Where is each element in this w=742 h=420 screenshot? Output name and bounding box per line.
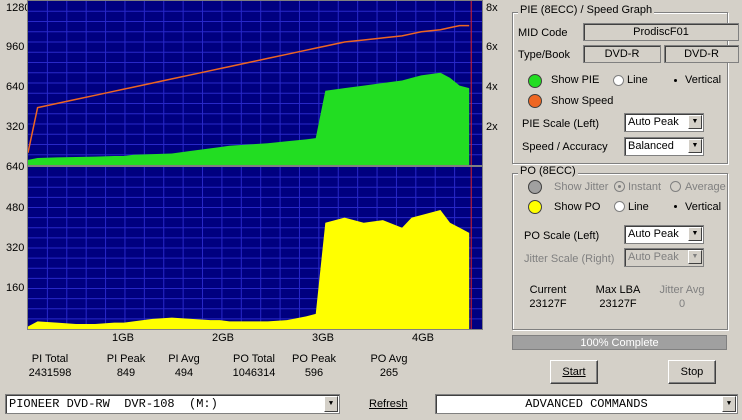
po-ytick: 160 xyxy=(6,282,25,294)
jitter-avg-readout: Jitter Avg 0 xyxy=(659,284,705,310)
po-ytick: 320 xyxy=(6,242,25,254)
po-vertical-label: Vertical xyxy=(685,201,722,213)
jitter-scale-value: Auto Peak xyxy=(628,251,679,263)
speed-ytick: 8x xyxy=(486,2,498,14)
stat-pi-total: PI Total 2431598 xyxy=(28,353,72,379)
chevron-down-icon[interactable]: ▼ xyxy=(688,227,702,241)
show-po-label[interactable]: Show PO xyxy=(554,201,600,213)
x-tick-3gb: 3GB xyxy=(312,332,335,344)
pie-ytick: 320 xyxy=(6,121,25,133)
mid-code-label: MID Code xyxy=(518,27,568,39)
po-color-swatch[interactable] xyxy=(528,200,542,214)
pie-color-swatch[interactable] xyxy=(528,74,542,88)
type-book-label: Type/Book xyxy=(518,49,570,61)
stat-po-peak: PO Peak 596 xyxy=(291,353,337,379)
pie-speed-plot xyxy=(28,1,482,165)
jitter-instant-radio xyxy=(614,181,625,192)
po-group-title: PO (8ECC) xyxy=(518,165,578,177)
po-scale-select[interactable]: Auto Peak ▼ xyxy=(624,225,704,244)
stat-pi-peak: PI Peak 849 xyxy=(106,353,146,379)
pie-scale-select[interactable]: Auto Peak ▼ xyxy=(624,113,704,132)
po-line-label: Line xyxy=(628,201,649,213)
type-field: DVD-R xyxy=(583,45,661,63)
pie-line-radio[interactable] xyxy=(613,75,624,86)
jitter-scale-select: Auto Peak ▼ xyxy=(624,248,704,267)
speed-color-swatch[interactable] xyxy=(528,94,542,108)
speed-ytick: 2x xyxy=(486,121,498,133)
show-speed-label[interactable]: Show Speed xyxy=(551,95,613,107)
speed-accuracy-value: Balanced xyxy=(628,140,674,152)
po-chart xyxy=(27,166,483,330)
show-jitter-label: Show Jitter xyxy=(554,181,609,193)
speed-ytick: 6x xyxy=(486,41,498,53)
chevron-down-icon: ▼ xyxy=(688,250,702,264)
pie-series-area xyxy=(28,72,470,165)
progress-bar: 100% Complete xyxy=(512,335,727,350)
pie-bottom-tick: 640 xyxy=(6,161,25,173)
po-scale-label: PO Scale (Left) xyxy=(524,230,600,242)
speed-ytick: 4x xyxy=(486,81,498,93)
pie-line-label: Line xyxy=(627,74,648,86)
chevron-down-icon[interactable]: ▼ xyxy=(688,115,702,129)
jitter-average-radio xyxy=(670,181,681,192)
stat-pi-avg: PI Avg 494 xyxy=(168,353,200,379)
advanced-commands-value: ADVANCED COMMANDS xyxy=(525,397,648,411)
pie-vertical-label: Vertical xyxy=(685,74,722,86)
pie-scale-value: Auto Peak xyxy=(628,116,679,128)
start-button[interactable]: Start xyxy=(550,360,598,384)
pie-ytick: 640 xyxy=(6,81,25,93)
drive-value: PIONEER DVD-RW DVR-108 (M:) xyxy=(9,397,218,411)
jitter-color-swatch xyxy=(528,180,542,194)
speed-accuracy-select[interactable]: Balanced ▼ xyxy=(624,137,704,156)
pie-ytick: 960 xyxy=(6,41,25,53)
stat-po-avg: PO Avg 265 xyxy=(370,353,408,379)
jitter-scale-label: Jitter Scale (Right) xyxy=(524,253,615,265)
refresh-link[interactable]: Refresh xyxy=(369,398,408,410)
pie-group-title: PIE (8ECC) / Speed Graph xyxy=(518,4,655,16)
stop-button[interactable]: Stop xyxy=(668,360,716,384)
max-lba-readout: Max LBA 23127F xyxy=(595,284,641,310)
po-plot xyxy=(28,167,482,329)
chevron-down-icon[interactable]: ▼ xyxy=(688,139,702,153)
jitter-average-label: Average xyxy=(685,181,726,193)
po-vertical-radio[interactable] xyxy=(670,201,681,212)
chevron-down-icon[interactable]: ▼ xyxy=(324,396,338,412)
x-tick-4gb: 4GB xyxy=(412,332,435,344)
show-pie-label[interactable]: Show PIE xyxy=(551,74,599,86)
current-readout: Current 23127F xyxy=(529,284,567,310)
pie-scale-label: PIE Scale (Left) xyxy=(522,118,600,130)
pie-speed-chart xyxy=(27,0,483,166)
jitter-instant-label: Instant xyxy=(628,181,662,193)
x-tick-1gb: 1GB xyxy=(112,332,135,344)
pie-vertical-radio[interactable] xyxy=(670,75,681,86)
speed-accuracy-label: Speed / Accuracy xyxy=(522,141,608,153)
x-tick-2gb: 2GB xyxy=(212,332,235,344)
stat-po-total: PO Total 1046314 xyxy=(232,353,276,379)
po-scale-value: Auto Peak xyxy=(628,228,679,240)
advanced-commands-select[interactable]: ADVANCED COMMANDS ▼ xyxy=(435,394,738,414)
book-field: DVD-R xyxy=(664,45,739,63)
mid-code-field: ProdiscF01 xyxy=(583,23,739,41)
drive-select[interactable]: PIONEER DVD-RW DVR-108 (M:) ▼ xyxy=(5,394,340,414)
chevron-down-icon[interactable]: ▼ xyxy=(722,396,736,412)
po-ytick: 480 xyxy=(6,202,25,214)
po-line-radio[interactable] xyxy=(614,201,625,212)
